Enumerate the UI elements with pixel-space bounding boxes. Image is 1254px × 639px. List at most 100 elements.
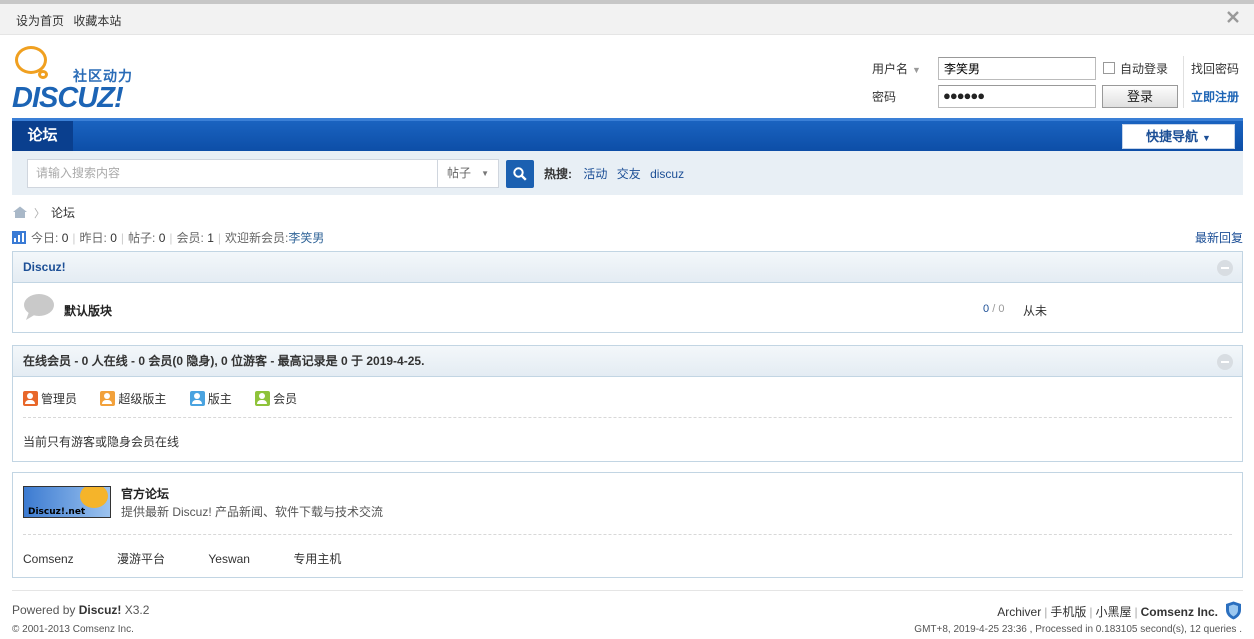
breadcrumb: 〉论坛 xyxy=(12,204,75,221)
hot-word-activity[interactable]: 活动 xyxy=(583,167,607,181)
link-hosting[interactable]: 专用主机 xyxy=(293,550,341,567)
discuz-net-banner[interactable]: Discuz!.net xyxy=(23,486,111,518)
moderator-user-icon xyxy=(189,391,205,406)
link-yeswan[interactable]: Yeswan xyxy=(208,552,250,566)
breadcrumb-current[interactable]: 论坛 xyxy=(51,206,75,220)
category-title[interactable]: Discuz! xyxy=(13,252,1242,283)
powered-by-label: Powered by xyxy=(12,603,76,617)
banner-text: Discuz!.net xyxy=(28,507,86,517)
find-password-link[interactable]: 找回密码 xyxy=(1191,60,1239,77)
legend-admin-label: 管理员 xyxy=(41,392,78,406)
online-members-box: 在线会员 - 0 人在线 - 0 会员(0 隐身), 0 位游客 - 最高记录是… xyxy=(12,345,1243,462)
forum-counts: 0 / 0 xyxy=(983,303,1004,315)
legend-moderator: 版主 xyxy=(189,391,232,406)
post-count: 0 xyxy=(998,303,1005,315)
blacklist-link[interactable]: 小黑屋 xyxy=(1096,605,1132,619)
thread-count: 0 xyxy=(983,303,990,315)
link-manyou[interactable]: 漫游平台 xyxy=(117,550,165,567)
logo-wordmark: DISCUZ! xyxy=(12,82,124,114)
legend-moderator-label: 版主 xyxy=(207,392,232,406)
link-comsenz[interactable]: Comsenz xyxy=(23,552,74,566)
hot-word-discuz[interactable]: discuz xyxy=(650,167,684,181)
security-shield-icon[interactable] xyxy=(1225,601,1242,620)
stat-members-label: 会员: xyxy=(176,231,204,245)
copyright: © 2001-2013 Comsenz Inc. xyxy=(12,624,134,635)
set-homepage-link[interactable]: 设为首页 xyxy=(16,14,64,28)
stat-members-value: 1 xyxy=(207,231,214,245)
nav-tab-forum[interactable]: 论坛 xyxy=(12,121,73,151)
login-form: 用户名▼ 自动登录 找回密码 密码 ●●●●●● 登录 立即注册 xyxy=(870,56,1250,112)
powered-by: Powered by Discuz! X3.2 xyxy=(12,603,149,617)
forum-stats: 今日: 0 | 昨日: 0 | 帖子: 0 | 会员: 1 | 欢迎新会员:李笑男 xyxy=(12,229,324,246)
chevron-down-icon: ▼ xyxy=(481,169,489,178)
friend-links-row: Comsenz 漫游平台 Yeswan 专用主机 xyxy=(23,550,381,567)
breadcrumb-separator-icon: 〉 xyxy=(34,208,45,220)
newest-member-link[interactable]: 李笑男 xyxy=(288,231,324,245)
hot-search: 热搜: 活动 交友 discuz xyxy=(544,165,684,182)
official-forum-description: 提供最新 Discuz! 产品新闻、软件下载与技术交流 xyxy=(121,505,384,519)
login-button[interactable]: 登录 xyxy=(1102,85,1178,108)
collapse-icon[interactable] xyxy=(1217,260,1233,276)
stats-chart-icon xyxy=(12,231,26,244)
super-moderator-user-icon xyxy=(100,391,116,406)
chevron-down-icon: ▼ xyxy=(1202,133,1211,143)
online-message: 当前只有游客或隐身会员在线 xyxy=(23,435,180,449)
divider xyxy=(23,417,1232,418)
last-post: 从未 xyxy=(1023,304,1048,318)
password-input[interactable]: ●●●●●● xyxy=(938,85,1096,108)
username-label-text: 用户名 xyxy=(872,62,909,76)
quick-nav-label: 快捷导航 xyxy=(1146,129,1199,144)
collapse-icon[interactable] xyxy=(1217,354,1233,370)
admin-user-icon xyxy=(23,391,38,406)
footer-links: Archiver | 手机版 | 小黑屋 | Comsenz Inc. xyxy=(997,605,1218,619)
product-link[interactable]: Discuz! xyxy=(79,603,122,617)
forum-status-icon xyxy=(23,293,55,321)
stat-posts-label: 帖子: xyxy=(128,231,156,245)
logo-bubble-tail-icon xyxy=(38,70,48,79)
stat-today-value: 0 xyxy=(61,231,69,245)
welcome-label: 欢迎新会员: xyxy=(225,231,289,245)
official-forum-link[interactable]: 官方论坛 xyxy=(121,485,169,502)
online-title[interactable]: 在线会员 - 0 人在线 - 0 会员(0 隐身), 0 位游客 - 最高记录是… xyxy=(13,346,1242,377)
close-icon[interactable] xyxy=(1226,8,1240,29)
forum-name-link[interactable]: 默认版块 xyxy=(64,302,112,319)
home-icon[interactable] xyxy=(12,206,28,218)
top-bar: 设为首页 收藏本站 xyxy=(0,0,1254,35)
add-favorite-link[interactable]: 收藏本站 xyxy=(73,14,121,28)
username-input[interactable] xyxy=(938,57,1096,80)
search-scope-value: 帖子 xyxy=(447,166,472,180)
legend-super-moderator-label: 超级版主 xyxy=(118,392,167,406)
search-bar: 请输入搜索内容 帖子 ▼ 热搜: 活动 交友 discuz xyxy=(12,151,1243,195)
hot-word-dating[interactable]: 交友 xyxy=(617,167,641,181)
company-link[interactable]: Comsenz Inc. xyxy=(1141,605,1218,619)
category-box: Discuz! 默认版块 0 / 0 从未 xyxy=(12,251,1243,333)
hot-search-label: 热搜: xyxy=(544,167,572,181)
legend-member-label: 会员 xyxy=(273,392,298,406)
mobile-link[interactable]: 手机版 xyxy=(1050,605,1086,619)
stat-today-label: 今日: xyxy=(31,231,59,245)
register-link[interactable]: 立即注册 xyxy=(1191,88,1239,105)
legend-admin: 管理员 xyxy=(23,391,78,406)
friend-links-box: Discuz!.net 官方论坛 提供最新 Discuz! 产品新闻、软件下载与… xyxy=(12,472,1243,578)
username-label[interactable]: 用户名 ▼ xyxy=(872,60,921,77)
password-label: 密码 xyxy=(872,90,897,104)
member-legend: 管理员 超级版主 版主 会员 xyxy=(23,390,317,407)
member-user-icon xyxy=(255,391,271,406)
site-logo[interactable]: 社区动力 DISCUZ! xyxy=(12,44,152,114)
search-scope-select[interactable]: 帖子 ▼ xyxy=(437,159,499,188)
count-separator: / xyxy=(992,303,996,315)
search-button[interactable] xyxy=(506,160,534,188)
product-version: X3.2 xyxy=(124,603,150,617)
archiver-link[interactable]: Archiver xyxy=(997,605,1041,619)
footer-divider xyxy=(12,590,1243,591)
main-nav: 论坛 快捷导航 ▼ xyxy=(12,118,1243,151)
search-icon xyxy=(513,167,527,181)
quick-nav-button[interactable]: 快捷导航 ▼ xyxy=(1122,124,1235,149)
legend-member: 会员 xyxy=(255,391,298,406)
auto-login-label[interactable]: 自动登录 xyxy=(1120,60,1168,77)
banner-sun-icon xyxy=(80,487,108,508)
auto-login-checkbox[interactable] xyxy=(1103,62,1115,74)
latest-replies-link[interactable]: 最新回复 xyxy=(1195,229,1243,246)
divider xyxy=(23,534,1232,535)
search-input[interactable]: 请输入搜索内容 xyxy=(27,159,438,188)
